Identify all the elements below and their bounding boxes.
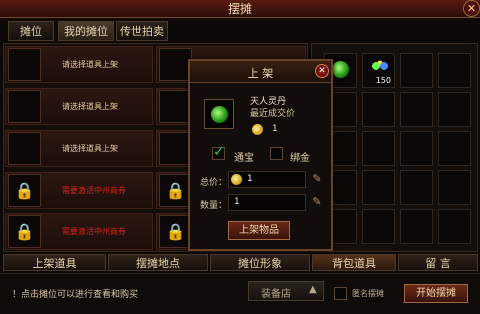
- close-window-button[interactable]: ✕: [463, 0, 480, 17]
- stall-item-slot[interactable]: [8, 48, 41, 81]
- anonymous-label: 匿名摆摊: [352, 289, 384, 298]
- bag-slot[interactable]: [438, 92, 471, 127]
- stall-row[interactable]: 请选择道具上架: [5, 46, 153, 83]
- stall-row-locked[interactable]: 🔒 需要激活中州商券: [5, 213, 153, 250]
- currency-label-tongbao: 通宝: [234, 153, 254, 164]
- bag-slot[interactable]: [438, 53, 471, 88]
- shop-select-value: 装备店: [261, 289, 291, 300]
- currency-label-bangjin: 绑金: [290, 153, 310, 164]
- currency-checkbox-tongbao[interactable]: ✓: [212, 144, 225, 160]
- shop-select[interactable]: 装备店 ▲: [248, 281, 324, 301]
- tab-auction[interactable]: 传世拍卖: [116, 21, 168, 41]
- total-price-label: 总价：: [200, 178, 228, 188]
- stall-item-slot[interactable]: [8, 90, 41, 123]
- bag-slot[interactable]: [400, 53, 433, 88]
- stall-row-text: 需要激活中州商券: [62, 186, 126, 195]
- tab-bag-items[interactable]: 背包道具: [312, 254, 396, 271]
- close-icon: ✕: [466, 2, 477, 15]
- footer-hint: ！点击摊位可以进行查看和购买: [12, 290, 139, 300]
- stall-row-text: 请选择道具上架: [62, 102, 118, 111]
- bag-slot[interactable]: [438, 209, 471, 244]
- stall-row-locked[interactable]: 🔒 需要激活中州商券: [5, 172, 153, 209]
- stall-row-text: 请选择道具上架: [62, 60, 118, 69]
- window-title: 摆摊: [227, 2, 252, 16]
- bag-slot[interactable]: [362, 131, 395, 166]
- edit-icon[interactable]: ✎: [310, 195, 324, 209]
- green-orb-icon: [332, 61, 349, 78]
- start-stall-button[interactable]: 开始摆摊: [404, 284, 468, 303]
- item-slot: [204, 99, 234, 129]
- quantity-field[interactable]: 1: [228, 194, 306, 211]
- item-count: 150: [375, 76, 391, 85]
- total-price-value: 1: [247, 174, 253, 184]
- tab-stall-location[interactable]: 摆摊地点: [108, 254, 208, 271]
- lock-icon: 🔒: [8, 174, 41, 207]
- bag-slot[interactable]: [362, 209, 395, 244]
- coin-icon: [231, 174, 242, 185]
- stall-item-slot[interactable]: [8, 132, 41, 165]
- quantity-value: 1: [234, 197, 240, 207]
- close-dialog-button[interactable]: ✕: [315, 64, 329, 78]
- stall-row-text: 请选择道具上架: [62, 144, 118, 153]
- green-orb-icon: [211, 106, 228, 123]
- bag-slot[interactable]: [400, 170, 433, 205]
- currency-checkbox-bangjin[interactable]: [270, 147, 283, 160]
- tab-message[interactable]: 留 言: [398, 254, 478, 271]
- bag-slot[interactable]: [400, 92, 433, 127]
- mixed-orbs-icon: [370, 60, 390, 72]
- tab-listed-items[interactable]: 上架道具: [3, 254, 106, 271]
- bag-slot[interactable]: [438, 170, 471, 205]
- quantity-label: 数量：: [200, 201, 228, 211]
- bag-slot[interactable]: [400, 209, 433, 244]
- lock-icon: 🔒: [8, 215, 41, 248]
- edit-icon[interactable]: ✎: [310, 172, 324, 186]
- stall-row-text: 需要激活中州商券: [62, 227, 126, 236]
- bag-slot[interactable]: [362, 92, 395, 127]
- recent-price-value: 1: [272, 124, 278, 134]
- coin-icon: [252, 124, 263, 135]
- tab-stall[interactable]: 摊位: [8, 21, 54, 41]
- list-item-button[interactable]: 上架物品: [228, 221, 290, 240]
- anonymous-checkbox[interactable]: [334, 287, 347, 300]
- bag-slot[interactable]: [362, 170, 395, 205]
- tab-my-stall[interactable]: 我的摊位: [58, 21, 114, 41]
- dialog-title: 上 架: [247, 67, 274, 80]
- recent-price-label: 最近成交价: [250, 109, 296, 119]
- stall-row[interactable]: 请选择道具上架: [5, 88, 153, 125]
- chevron-up-icon: ▲: [309, 284, 317, 295]
- listing-dialog: 上 架 ✕ 天人灵丹 最近成交价 1 ✓ 通宝 绑金 总价： 1 ✎ 数量： 1…: [188, 59, 333, 251]
- check-icon: ✓: [213, 144, 225, 160]
- bag-slot[interactable]: [438, 131, 471, 166]
- tab-stall-appearance[interactable]: 摊位形象: [210, 254, 310, 271]
- stall-row[interactable]: 请选择道具上架: [5, 130, 153, 167]
- bag-slot[interactable]: [400, 131, 433, 166]
- bag-slot[interactable]: 150: [362, 53, 395, 88]
- close-icon: ✕: [318, 66, 326, 76]
